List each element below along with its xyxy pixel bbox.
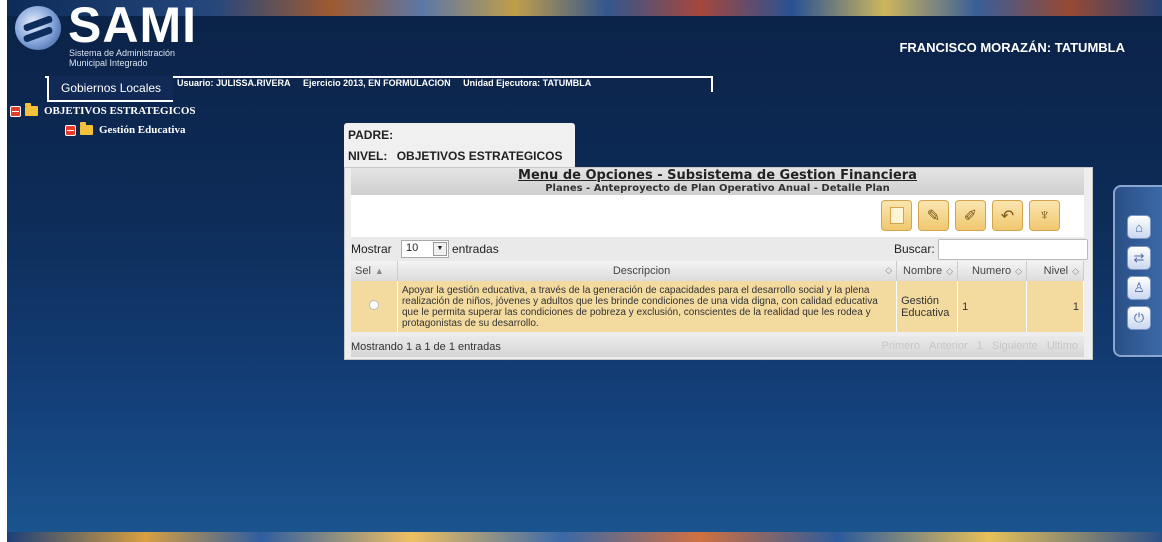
logout-button[interactable]: ⏻ (1127, 306, 1151, 330)
user-icon: ♙ (1133, 280, 1145, 295)
row-nivel: 1 (1026, 281, 1084, 332)
logo-icon (15, 6, 61, 50)
row-select-cell[interactable] (351, 281, 398, 332)
table-controls: Mostrar 10 ▼ entradas Buscar: (351, 237, 1088, 261)
toolbar: ✎ ✐ ↶ ♆ (351, 195, 1084, 237)
page-size-select[interactable]: 10 ▼ (401, 240, 449, 258)
row-nombre: Gestión Educativa (896, 281, 959, 332)
first-page-button[interactable]: Primero (882, 340, 921, 352)
undo-button[interactable]: ↶ (992, 200, 1023, 231)
collapse-icon[interactable] (10, 105, 21, 117)
logo-text: SAMI (68, 0, 197, 53)
page-number-button[interactable]: 1 (977, 340, 983, 352)
column-header-numero[interactable]: Numero ◇ (957, 261, 1028, 281)
pagination-info: Mostrando 1 a 1 de 1 entradas (351, 341, 501, 353)
row-descripcion: Apoyar la gestión educativa, a través de… (397, 281, 898, 332)
unit-info: Unidad Ejecutora: TATUMBLA (463, 78, 592, 88)
panel-header: Menu de Opciones - Subsistema de Gestion… (351, 168, 1084, 195)
tree-node-root[interactable]: OBJETIVOS ESTRATEGICOS (10, 103, 196, 117)
next-page-button[interactable]: Siguiente (992, 340, 1038, 352)
switch-system-button[interactable]: ⇄ (1127, 246, 1151, 270)
session-info: Usuario: JULISSA.RIVERA Ejercicio 2013, … (177, 78, 601, 92)
padre-label: PADRE: (348, 128, 394, 142)
table-row[interactable]: Apoyar la gestión educativa, a través de… (351, 281, 1084, 332)
collapse-icon[interactable] (65, 124, 76, 136)
switch-system-icon: ⇄ (1133, 250, 1145, 265)
new-button[interactable] (881, 200, 912, 231)
edit-button[interactable]: ✎ (918, 200, 949, 231)
exercise-info: Ejercicio 2013, EN FORMULACION (303, 78, 451, 88)
power-icon: ⏻ (1133, 310, 1145, 325)
page-size-value: 10 (406, 242, 419, 254)
context-box: PADRE: NIVEL: OBJETIVOS ESTRATEGICOS (344, 123, 575, 167)
main-panel: Menu de Opciones - Subsistema de Gestion… (344, 167, 1093, 360)
tree-node-child[interactable]: Gestión Educativa (65, 122, 185, 136)
edit-icon: ✎ (926, 207, 941, 225)
torch-icon: ♆ (1038, 206, 1051, 224)
home-button[interactable]: ⌂ (1127, 215, 1151, 239)
search-label: Buscar: (894, 242, 935, 256)
tree-node-label[interactable]: OBJETIVOS ESTRATEGICOS (44, 105, 196, 117)
new-icon (889, 207, 904, 224)
tab-gobiernos-locales[interactable]: Gobiernos Locales (47, 76, 174, 102)
undo-icon: ↶ (1000, 207, 1015, 225)
nivel-row: NIVEL: OBJETIVOS ESTRATEGICOS (348, 149, 563, 163)
delete-button[interactable]: ✐ (955, 200, 986, 231)
panel-subtitle: Planes - Anteproyecto de Plan Operativo … (545, 183, 890, 194)
column-header-nombre[interactable]: Nombre ◇ (896, 261, 959, 281)
table-footer: Mostrando 1 a 1 de 1 entradas Primero An… (351, 336, 1084, 357)
right-dock: ⌂ ⇄ ♙ ⏻ (1113, 185, 1162, 357)
column-header-sel[interactable]: Sel ▲ (351, 261, 398, 281)
nivel-label: NIVEL: (348, 149, 388, 163)
reports-button[interactable]: ♆ (1029, 200, 1060, 231)
tree-node-label[interactable]: Gestión Educativa (99, 124, 185, 136)
last-page-button[interactable]: Ultimo (1047, 340, 1078, 352)
eraser-icon: ✐ (963, 207, 978, 225)
panel-title: Menu de Opciones - Subsistema de Gestion… (518, 168, 917, 183)
search-input[interactable] (938, 239, 1088, 260)
data-table: Sel ▲ Descripcion ◇ Nombre ◇ Numero ◇ Nivel ◇… (351, 261, 1084, 332)
home-icon: ⌂ (1135, 219, 1143, 235)
show-label: Mostrar (351, 242, 392, 256)
user-info: Usuario: JULISSA.RIVERA (177, 78, 291, 88)
nivel-value: OBJETIVOS ESTRATEGICOS (396, 149, 563, 163)
app-frame: SAMI Sistema de Administración Municipal… (7, 0, 1162, 542)
row-numero: 1 (957, 281, 1028, 332)
entries-label: entradas (452, 242, 499, 256)
previous-page-button[interactable]: Anterior (929, 340, 968, 352)
row-radio[interactable] (368, 300, 379, 310)
logo-subtitle-line1: Sistema de Administración (69, 48, 176, 58)
logo-subtitle: Sistema de Administración Municipal Inte… (69, 48, 219, 68)
logo-subtitle-line2: Municipal Integrado (69, 58, 148, 68)
column-header-nivel[interactable]: Nivel ◇ (1026, 261, 1084, 281)
user-button[interactable]: ♙ (1127, 276, 1151, 300)
table-header-row: Sel ▲ Descripcion ◇ Nombre ◇ Numero ◇ Nivel ◇ (351, 261, 1084, 281)
footer-decoration (7, 532, 1162, 542)
municipality-label: FRANCISCO MORAZÁN: TATUMBLA (899, 40, 1125, 55)
dropdown-arrow-icon[interactable]: ▼ (433, 242, 447, 256)
folder-icon (25, 103, 38, 116)
tab-border-end (711, 76, 713, 92)
pagination: Primero Anterior 1 Siguiente Ultimo (876, 340, 1078, 352)
column-header-descripcion[interactable]: Descripcion ◇ (397, 261, 898, 281)
folder-icon (80, 122, 93, 135)
logo: SAMI Sistema de Administración Municipal… (13, 0, 213, 72)
